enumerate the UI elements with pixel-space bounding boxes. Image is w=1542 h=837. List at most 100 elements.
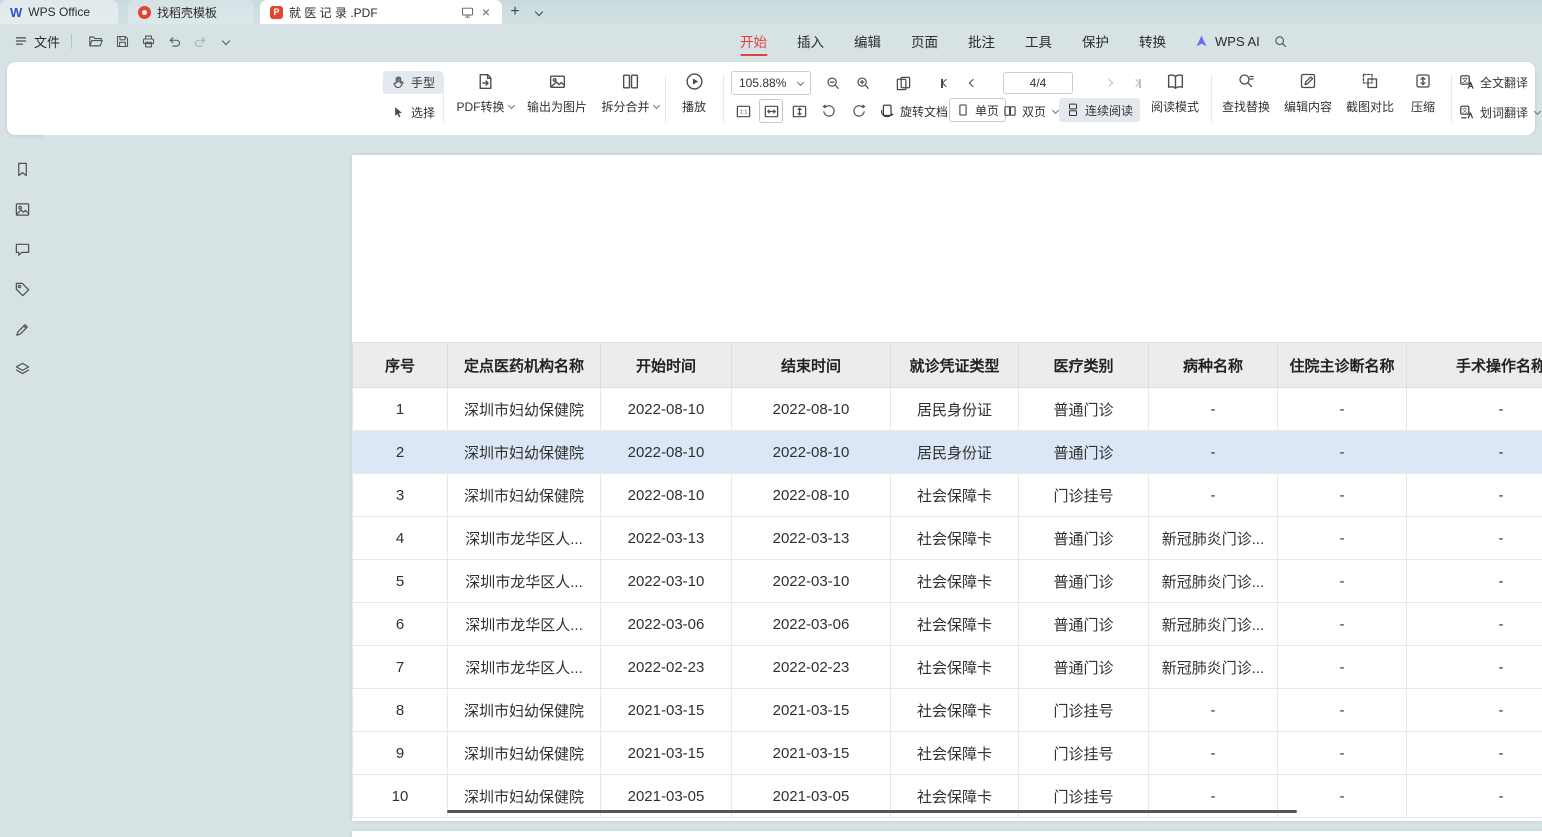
table-cell: 新冠肺炎门诊... [1149,603,1278,646]
thumbnail-panel-button[interactable] [10,197,34,221]
table-cell: 6 [353,603,448,646]
rotate-left-button[interactable] [817,99,841,123]
annotation-panel-button[interactable] [10,277,34,301]
menu-tab-工具[interactable]: 工具 [1025,24,1052,58]
pdf-page[interactable]: 序号定点医药机构名称开始时间结束时间就诊凭证类型医疗类别病种名称住院主诊断名称手… [352,155,1542,821]
fit-width-button[interactable] [759,99,783,123]
table-cell: 新冠肺炎门诊... [1149,646,1278,689]
table-cell: - [1278,474,1407,517]
menu-tab-插入[interactable]: 插入 [797,24,824,58]
document-viewport[interactable]: 序号定点医药机构名称开始时间结束时间就诊凭证类型医疗类别病种名称住院主诊断名称手… [44,135,1542,837]
hand-icon [391,75,406,90]
table-header-cell: 开始时间 [601,343,732,388]
tab-wps-office[interactable]: W WPS Office [0,0,118,24]
table-cell: - [1407,517,1542,560]
new-tab-button[interactable]: + [502,0,528,24]
tab-list-dropdown[interactable] [528,0,550,24]
menu-tab-页面[interactable]: 页面 [911,24,938,58]
page-number-input[interactable] [1003,72,1073,94]
fit-window-button[interactable] [891,71,915,95]
zoom-in-button[interactable] [851,71,875,95]
table-cell: - [1278,689,1407,732]
chevron-down-icon [797,78,804,85]
table-cell: 1 [353,388,448,431]
split-merge-label: 拆分合并 [601,98,649,115]
menu-tab-保护[interactable]: 保护 [1082,24,1109,58]
save-button[interactable] [110,29,134,53]
undo-button[interactable] [162,29,186,53]
table-cell: 社会保障卡 [891,732,1019,775]
previous-page-button[interactable] [961,71,985,95]
wps-ai-label: WPS AI [1215,34,1260,49]
first-page-button[interactable] [933,71,957,95]
next-page-button[interactable] [1097,71,1121,95]
table-cell: - [1278,732,1407,775]
redo-button[interactable] [188,29,212,53]
menu-tab-开始[interactable]: 开始 [740,24,767,58]
quick-tools-dropdown[interactable] [214,29,238,53]
fit-page-button[interactable] [787,99,811,123]
comment-icon [14,241,31,258]
monitor-icon[interactable] [461,6,474,19]
full-translate-icon: 文 [1459,74,1475,90]
full-translate-label: 全文翻译 [1480,74,1528,91]
last-page-button[interactable] [1125,71,1149,95]
table-cell: - [1407,474,1542,517]
bookmark-panel-button[interactable] [10,157,34,181]
table-cell: 2022-03-10 [601,560,732,603]
screenshot-compare-button[interactable]: 截图对比 [1341,70,1399,114]
close-tab-button[interactable]: × [480,5,492,19]
read-mode-button[interactable]: 阅读模式 [1147,70,1203,114]
table-cell: 2022-08-10 [601,431,732,474]
wps-ai-button[interactable]: WPS AI [1194,24,1260,58]
zoom-level-select[interactable]: 105.88% [731,71,811,95]
table-cell: 新冠肺炎门诊... [1149,517,1278,560]
menu-tab-编辑[interactable]: 编辑 [854,24,881,58]
table-cell: 深圳市妇幼保健院 [448,431,601,474]
edit-content-label: 编辑内容 [1284,98,1332,115]
double-page-button[interactable]: 双页 [1003,99,1058,123]
pdf-next-page[interactable] [352,831,1542,837]
tab-document-active[interactable]: P 就 医 记 录 .PDF × [260,0,502,24]
signature-panel-button[interactable] [10,317,34,341]
file-menu-button[interactable]: 文件 [14,32,60,51]
zoom-out-button[interactable] [821,71,845,95]
tab-docer-templates[interactable]: 找稻壳模板 [128,0,254,24]
pdf-convert-button[interactable]: PDF转换 [453,70,517,114]
menu-divider [71,34,72,49]
read-mode-label: 阅读模式 [1151,98,1199,115]
table-row: 8深圳市妇幼保健院2021-03-152021-03-15社会保障卡门诊挂号--… [353,689,1542,732]
single-page-button[interactable]: 单页 [949,98,1006,122]
hand-tool-button[interactable]: 手型 [383,71,443,94]
edit-content-button[interactable]: 编辑内容 [1279,70,1337,114]
menu-tab-转换[interactable]: 转换 [1139,24,1166,58]
menu-search-button[interactable] [1268,29,1292,53]
full-translate-button[interactable]: 文 全文翻译 [1459,70,1528,94]
layers-panel-button[interactable] [10,357,34,381]
word-translate-button[interactable]: 文 划词翻译 [1459,100,1540,124]
table-cell: 2022-08-10 [732,474,891,517]
table-cell: - [1407,560,1542,603]
table-cell: 2022-03-06 [732,603,891,646]
single-page-icon [956,103,970,117]
side-panel-bar [0,135,44,837]
menu-tab-批注[interactable]: 批注 [968,24,995,58]
play-button[interactable]: 播放 [671,70,717,114]
rotate-right-button[interactable] [847,99,871,123]
comment-panel-button[interactable] [10,237,34,261]
compress-button[interactable]: 压缩 [1401,70,1445,114]
split-merge-button[interactable]: 拆分合并 [597,70,663,114]
table-cell: 4 [353,517,448,560]
double-page-label: 双页 [1022,103,1046,120]
open-file-button[interactable] [84,29,108,53]
rotate-document-button[interactable]: 旋转文档 [879,99,948,123]
ribbon-divider [665,75,666,122]
find-replace-button[interactable]: 查找替换 [1217,70,1275,114]
fit-width-icon [763,103,780,120]
table-cell: 新冠肺炎门诊... [1149,560,1278,603]
continuous-read-button[interactable]: 连续阅读 [1059,98,1140,122]
export-image-button[interactable]: 输出为图片 [521,70,593,114]
actual-size-button[interactable]: 1:1 [731,99,755,123]
select-tool-button[interactable]: 选择 [383,101,443,124]
print-button[interactable] [136,29,160,53]
